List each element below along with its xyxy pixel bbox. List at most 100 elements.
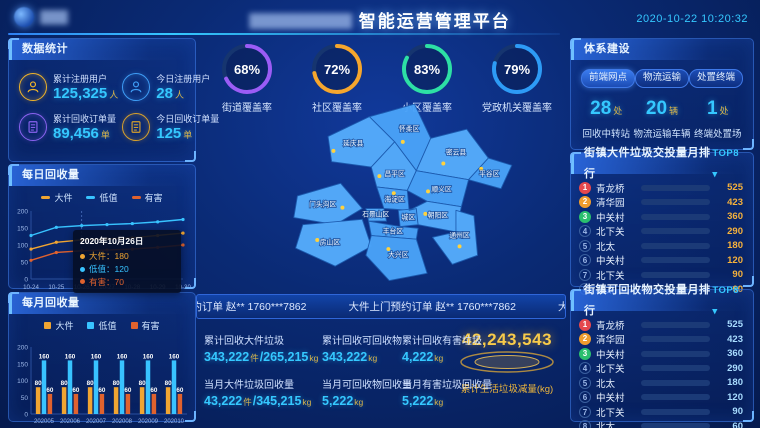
- summary-label: 当月有害垃圾回收量: [402, 376, 478, 391]
- rank-name: 北太: [596, 239, 636, 253]
- beijing-map-svg[interactable]: 延庆县怀柔区密云县平谷区昌平区顺义区门头沟区海淀区石景山区城区朝阳区丰台区房山区…: [283, 100, 519, 290]
- summary-block: 当月有害垃圾回收量5,222kg: [402, 376, 478, 408]
- title-prefix-masked: ██████████████: [249, 13, 350, 28]
- stat-item: 今日回收订单量125单: [122, 112, 219, 142]
- system-metric: 1处终端处置场: [691, 98, 745, 140]
- series-dot-icon: [80, 254, 85, 259]
- gauge-value: 68%: [220, 42, 274, 96]
- map-district-label: 房山区: [320, 238, 341, 247]
- series-dot-icon: [80, 279, 85, 284]
- svg-text:160: 160: [65, 353, 76, 360]
- svg-text:10-24: 10-24: [23, 284, 39, 291]
- summary-unit: kg: [302, 397, 311, 407]
- svg-text:10-25: 10-25: [48, 284, 64, 291]
- rank-bar-track: [641, 243, 710, 249]
- svg-text:60: 60: [98, 387, 106, 394]
- rank-name: 北太: [596, 419, 636, 428]
- monthly-legend: 大件低值有害: [9, 314, 195, 332]
- svg-text:100: 100: [17, 243, 28, 250]
- gauge-ring: 72%: [310, 42, 364, 96]
- panel-system-construction: 体系建设 前端网点物流运输处置终端 28处回收中转站20辆物流运输车辆1处终端处…: [570, 38, 754, 150]
- legend-item: 有害: [131, 319, 160, 332]
- svg-text:160: 160: [143, 353, 154, 360]
- svg-text:60: 60: [150, 387, 158, 394]
- summary-unit: kg: [434, 397, 443, 407]
- rank-name: 清华园: [596, 332, 636, 346]
- rank-bar-track: [641, 423, 710, 428]
- legend-item: 低值: [86, 191, 117, 204]
- rank-value: 360: [715, 211, 743, 222]
- tooltip-row: 有害：70: [80, 276, 174, 289]
- rank-name: 中关村: [596, 347, 636, 361]
- stat-label: 今日注册用户: [156, 72, 210, 85]
- ticker-order-item: 大件上门预约订单 赵** 1760***7862: [196, 299, 306, 314]
- system-tab-0[interactable]: 前端网点: [581, 69, 635, 88]
- top-filter-dropdown[interactable]: TOP8 ▾: [712, 280, 745, 322]
- rank-name: 中关村: [596, 390, 636, 404]
- stat-unit: 单: [183, 130, 192, 140]
- system-tab-2[interactable]: 处置终端: [689, 69, 743, 88]
- summary-unit: 件: [250, 353, 259, 363]
- summary-value: 5,222kg: [322, 394, 400, 408]
- summary-unit: 件: [243, 397, 252, 407]
- summary-block: 累计回收大件垃圾343,222件/265,215kg: [204, 332, 320, 364]
- legend-marker: [41, 196, 50, 199]
- legend-item: 大件: [44, 319, 73, 332]
- map-district-label: 海淀区: [385, 194, 406, 203]
- svg-text:202005: 202005: [34, 419, 55, 425]
- rank-value: 525: [715, 319, 743, 330]
- rank-list-bulky: 1青龙桥5252清华园4233中关村3604北下关2905北太1806中关村12…: [571, 174, 753, 296]
- stat-value: 125,325人: [53, 85, 118, 102]
- svg-text:60: 60: [72, 387, 80, 394]
- gauge-ring: 79%: [490, 42, 544, 96]
- ticker-order-item: 大件上门预约订单 赵** 1760***7862: [558, 299, 566, 314]
- summary-unit: kg: [368, 353, 377, 363]
- tooltip-date: 2020年10月26日: [80, 235, 174, 247]
- rank-bar-track: [641, 272, 710, 278]
- map-district-label: 通州区: [449, 230, 470, 239]
- legend-label: 大件: [54, 191, 72, 204]
- svg-text:202006: 202006: [60, 419, 81, 425]
- stat-unit: 人: [175, 90, 184, 100]
- rank-value: 60: [715, 421, 743, 428]
- summary-label: 累计回收有害垃圾: [402, 332, 478, 347]
- daily-chart-wrap: 05010015020010-2410-2510-2610-2710-2810-…: [9, 204, 195, 297]
- header-divider: [8, 33, 560, 35]
- summary-label: 累计回收可回收物: [322, 332, 400, 347]
- summary-value: 343,222kg: [322, 350, 400, 364]
- metric-label: 回收中转站: [579, 126, 633, 140]
- svg-text:80: 80: [113, 380, 121, 387]
- svg-text:80: 80: [87, 380, 95, 387]
- svg-text:202009: 202009: [138, 419, 159, 425]
- rank-bar-track: [641, 199, 710, 205]
- metric-value: 20辆: [633, 98, 690, 120]
- rank-row: 4北下关290: [579, 225, 743, 238]
- stat-text: 今日回收订单量125单: [156, 112, 219, 142]
- stat-unit: 单: [101, 130, 110, 140]
- rank-name: 中关村: [596, 210, 636, 224]
- svg-text:200: 200: [17, 209, 28, 216]
- svg-text:202010: 202010: [164, 419, 185, 425]
- order-ticker: 大件上门预约订单 赵** 1760***7862 大件上门预约订单 赵** 176…: [196, 294, 566, 319]
- rank-row: 6中关村120: [579, 391, 743, 404]
- rank-value: 120: [715, 255, 743, 266]
- svg-text:160: 160: [169, 353, 180, 360]
- system-tab-1[interactable]: 物流运输: [635, 69, 689, 88]
- panel-title-daily-recycling: 每日回收量: [9, 165, 195, 186]
- stat-text: 累计注册用户125,325人: [53, 72, 118, 102]
- title-main: 智能运营管理平台: [359, 12, 511, 31]
- rank-value: 120: [715, 392, 743, 403]
- rank-bar-track: [641, 409, 710, 415]
- map-district-label: 延庆县: [343, 138, 364, 147]
- series-dot-icon: [80, 267, 85, 272]
- top-filter-dropdown[interactable]: TOP8 ▾: [712, 143, 745, 185]
- panel-rank-recyclable: 街镇可回收物交投量月排行 TOP8 ▾ 1青龙桥5252清华园4233中关村36…: [570, 289, 754, 422]
- summary-unit: kg: [309, 353, 318, 363]
- monthly-bar-chart[interactable]: 0501001502002020058016060202006801606020…: [11, 334, 191, 426]
- map-point-icon: [315, 238, 319, 242]
- rank-value: 423: [715, 334, 743, 345]
- tooltip-text: 大件：180: [89, 250, 129, 263]
- order-icon: [122, 113, 150, 141]
- rank-row: 5北太180: [579, 376, 743, 389]
- map-point-icon: [392, 191, 396, 195]
